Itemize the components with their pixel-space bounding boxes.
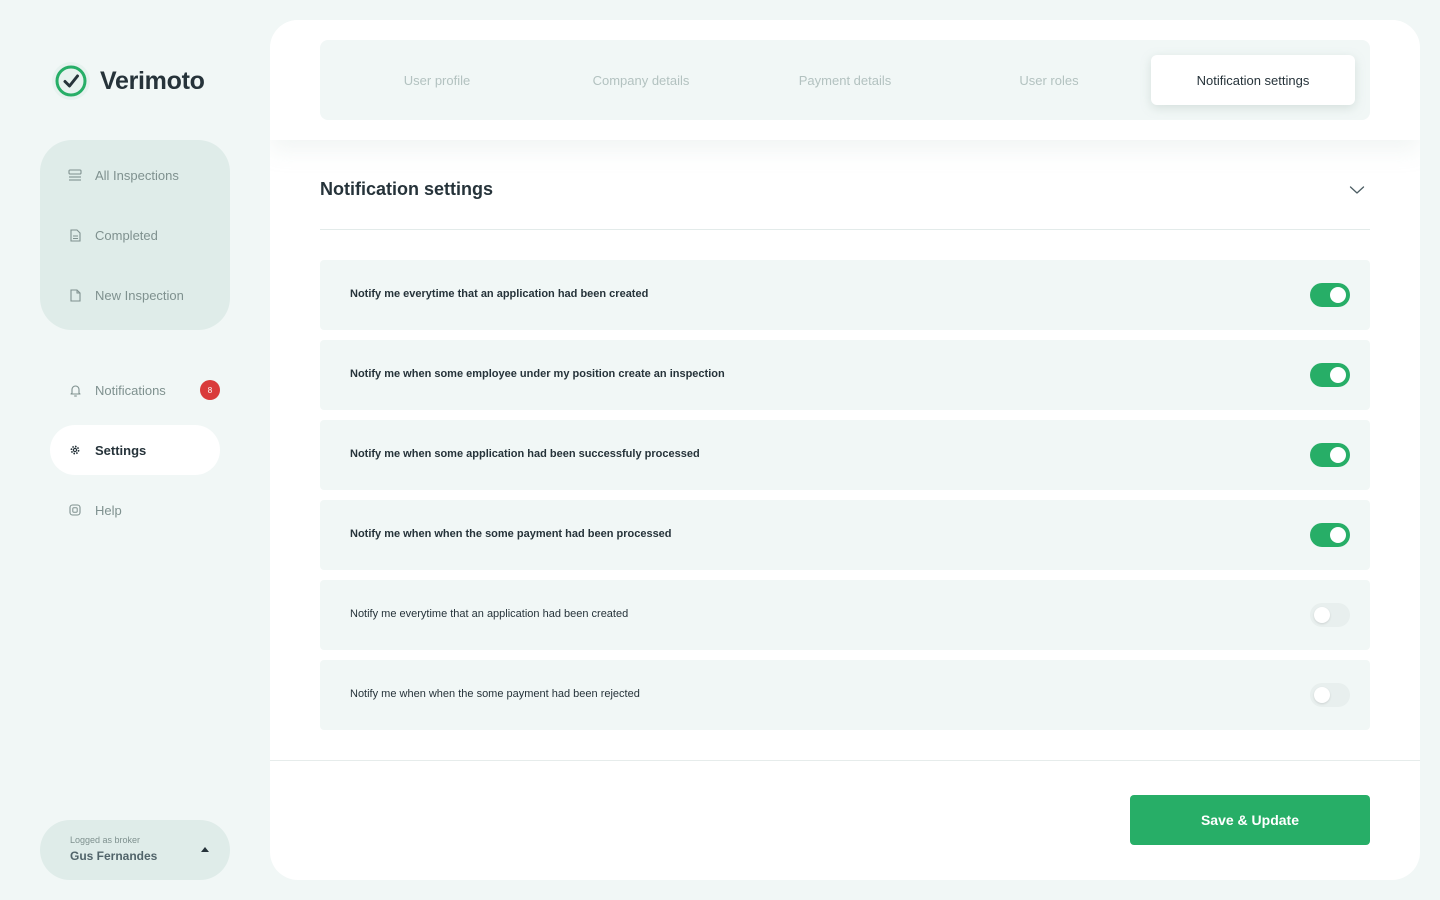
notification-setting-row: Notify me everytime that an application …	[320, 260, 1370, 330]
sidebar-item-label: Settings	[95, 442, 147, 458]
settings-tabs: User profile Company details Payment det…	[320, 40, 1370, 120]
setting-label: Notify me when when the some payment had…	[350, 688, 640, 700]
sidebar-item-settings[interactable]: Settings	[50, 425, 220, 475]
tab-notification-settings[interactable]: Notification settings	[1151, 55, 1355, 105]
sidebar-item-new-inspection[interactable]: New Inspection	[40, 270, 230, 320]
inspections-icon	[68, 168, 82, 182]
sidebar-item-label: Completed	[95, 227, 158, 243]
setting-toggle[interactable]	[1310, 683, 1350, 707]
setting-toggle[interactable]	[1310, 523, 1350, 547]
sidebar-item-notifications[interactable]: Notifications 8	[50, 365, 220, 415]
setting-toggle[interactable]	[1310, 443, 1350, 467]
setting-label: Notify me when some employee under my po…	[350, 368, 725, 380]
inspections-nav-group: All Inspections Completed New Inspection	[40, 140, 230, 330]
toggle-knob	[1330, 527, 1346, 543]
settings-panel: User profile Company details Payment det…	[270, 20, 1420, 880]
notification-count-badge: 8	[200, 380, 220, 400]
user-role: Logged as broker	[70, 835, 141, 845]
save-update-button[interactable]: Save & Update	[1130, 795, 1370, 845]
toggle-knob	[1330, 447, 1346, 463]
setting-label: Notify me everytime that an application …	[350, 288, 649, 300]
sidebar-item-label: New Inspection	[95, 287, 184, 303]
notification-setting-row: Notify me when some employee under my po…	[320, 340, 1370, 410]
user-menu[interactable]: Logged as broker Gus Fernandes	[40, 820, 230, 880]
setting-toggle[interactable]	[1310, 283, 1350, 307]
notification-setting-row: Notify me when some application had been…	[320, 420, 1370, 490]
notification-setting-row: Notify me when when the some payment had…	[320, 500, 1370, 570]
sidebar-item-help[interactable]: Help	[50, 485, 220, 535]
bell-icon	[68, 383, 82, 397]
check-circle-icon	[52, 62, 90, 100]
setting-label: Notify me everytime that an application …	[350, 608, 629, 620]
sidebar-item-label: Help	[95, 502, 122, 518]
tab-user-profile[interactable]: User profile	[335, 55, 539, 105]
setting-label: Notify me when when the some payment had…	[350, 528, 672, 540]
toggle-knob	[1314, 687, 1330, 703]
app-name: Verimoto	[100, 66, 205, 95]
setting-toggle[interactable]	[1310, 363, 1350, 387]
notification-setting-row: Notify me when when the some payment had…	[320, 660, 1370, 730]
notification-setting-row: Notify me everytime that an application …	[320, 580, 1370, 650]
sidebar-item-completed[interactable]: Completed	[40, 210, 230, 260]
footer-divider	[270, 760, 1420, 761]
gear-icon	[68, 443, 82, 457]
chevron-down-icon[interactable]	[1349, 182, 1365, 200]
tab-payment-details[interactable]: Payment details	[743, 55, 947, 105]
tab-company-details[interactable]: Company details	[539, 55, 743, 105]
caret-up-icon	[201, 847, 209, 852]
new-inspection-icon	[68, 288, 82, 302]
tabs-band: User profile Company details Payment det…	[270, 20, 1420, 140]
tab-user-roles[interactable]: User roles	[947, 55, 1151, 105]
logo[interactable]: Verimoto	[52, 62, 205, 100]
sidebar-item-all-inspections[interactable]: All Inspections	[40, 150, 230, 200]
toggle-knob	[1330, 287, 1346, 303]
sidebar: Verimoto All Inspections Completed New I…	[0, 0, 270, 900]
sidebar-item-label: Notifications	[95, 382, 166, 398]
setting-label: Notify me when some application had been…	[350, 448, 700, 460]
section-title: Notification settings	[320, 179, 494, 199]
toggle-knob	[1330, 367, 1346, 383]
section-header: Notification settings	[320, 170, 1370, 230]
help-icon	[68, 503, 82, 517]
completed-icon	[68, 228, 82, 242]
toggle-knob	[1314, 607, 1330, 623]
sidebar-item-label: All Inspections	[95, 167, 179, 183]
setting-toggle[interactable]	[1310, 603, 1350, 627]
